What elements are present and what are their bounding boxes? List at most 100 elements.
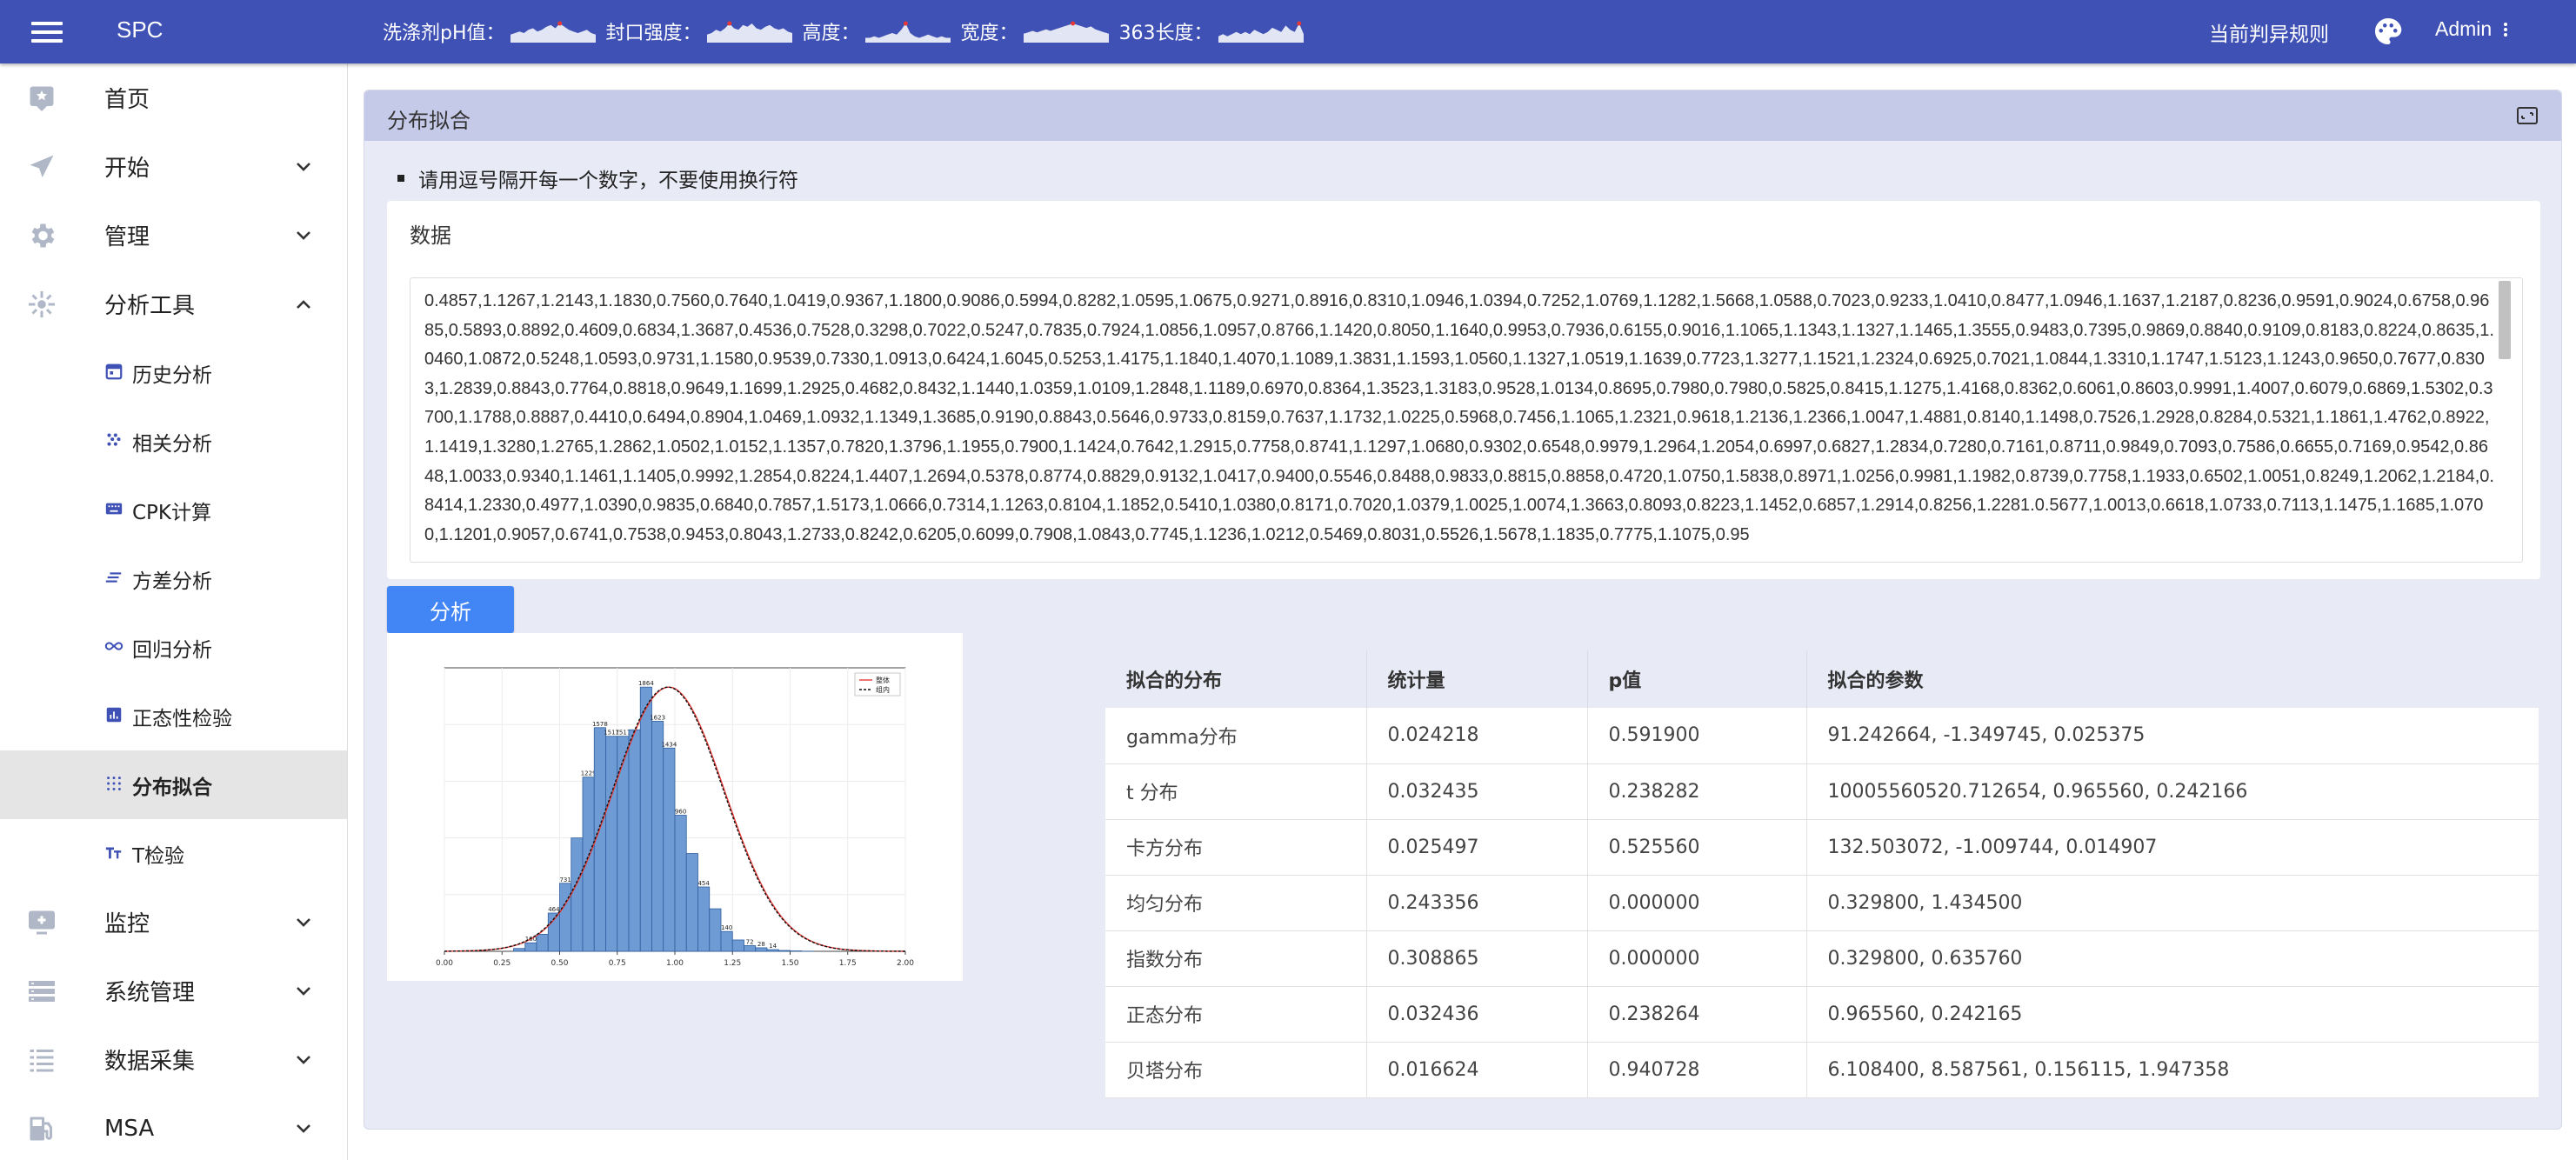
metric-ph[interactable]: 洗涤剂pH值： (383, 17, 596, 45)
sidebar-item-data-collection[interactable]: 数据采集 (0, 1025, 347, 1094)
metric-label: 洗涤剂pH值： (383, 23, 505, 44)
sidebar-sub-label: T检验 (132, 844, 185, 868)
sidebar-item-msa[interactable]: MSA (0, 1094, 347, 1160)
sidebar-item-normality-test[interactable]: 正态性检验 (0, 682, 347, 750)
table-cell: t 分布 (1105, 763, 1367, 820)
metric-seal-strength[interactable]: 封口强度： (606, 17, 792, 45)
sidebar-item-manage[interactable]: 管理 (0, 201, 347, 270)
sparkline-max-marker (557, 21, 562, 26)
bar-chart-icon (106, 707, 122, 723)
sidebar-item-home[interactable]: 首页 (0, 63, 347, 132)
table-cell: 0.965560, 0.242165 (1806, 986, 2539, 1043)
table-cell: 贝塔分布 (1105, 1042, 1367, 1098)
fullscreen-icon[interactable] (2516, 105, 2539, 126)
sidebar-item-start[interactable]: 开始 (0, 132, 347, 201)
sparkline-max-marker (1070, 21, 1075, 26)
sidebar-item-monitor[interactable]: 监控 (0, 888, 347, 957)
histogram-bar (651, 721, 664, 952)
table-cell: 10005560520.712654, 0.965560, 0.242166 (1806, 763, 2539, 820)
histogram-bar (582, 777, 595, 952)
sidebar-item-analysis-tools[interactable]: 分析工具 (0, 270, 347, 338)
bullet-icon (397, 175, 404, 182)
histogram-bar (605, 736, 618, 952)
table-cell: 0.243356 (1366, 875, 1588, 931)
list-grid-icon (30, 1050, 54, 1072)
histogram-bar (709, 908, 722, 952)
histogram-bar (720, 930, 733, 952)
metric-height[interactable]: 高度： (803, 17, 951, 45)
gas-station-icon (30, 1117, 52, 1141)
analyze-button[interactable]: 分析 (387, 586, 514, 633)
table-cell: 132.503072, -1.009744, 0.014907 (1806, 819, 2539, 876)
sidebar-item-t-test[interactable]: T检验 (0, 819, 347, 888)
sidebar-item-regression-analysis[interactable]: 回归分析 (0, 613, 347, 682)
histogram-bar (777, 950, 791, 952)
calendar-icon (105, 363, 123, 380)
table-cell: 91.242664, -1.349745, 0.025375 (1806, 708, 2539, 764)
table-cell: 0.016624 (1366, 1042, 1588, 1098)
sidebar-item-distribution-fit[interactable]: 分布拟合 (0, 750, 347, 819)
sidebar-sub-label: 分布拟合 (132, 776, 212, 799)
sidebar-item-correlation-analysis[interactable]: 相关分析 (0, 407, 347, 476)
bar-label: 731 (559, 877, 571, 883)
table-row: gamma分布 0.024218 0.591900 91.242664, -1.349… (1105, 708, 2539, 764)
x-tick-label: 0.50 (551, 959, 568, 968)
table-cell: 0.000000 (1587, 875, 1807, 931)
menu-icon[interactable] (31, 19, 63, 45)
current-rules-link[interactable]: 当前判异规则 (2209, 17, 2329, 47)
table-cell: 0.591900 (1587, 708, 1807, 764)
sparkline (864, 21, 951, 43)
histogram-bar (755, 947, 768, 952)
sidebar-item-label: 首页 (104, 87, 150, 113)
metric-width[interactable]: 宽度： (961, 17, 1109, 45)
monitor-icon (29, 910, 55, 935)
sidebar-item-history-analysis[interactable]: 历史分析 (0, 338, 347, 407)
data-input-panel: 数据 (387, 201, 2540, 579)
gear-icon (31, 223, 55, 248)
bar-label: 1434 (661, 741, 677, 748)
metric-label: 363长度： (1118, 23, 1213, 44)
table-cell: 0.025497 (1366, 819, 1588, 876)
bar-label: 960 (675, 809, 686, 816)
table-cell: 0.238282 (1587, 763, 1807, 820)
sidebar-item-system-admin[interactable]: 系统管理 (0, 957, 347, 1025)
textarea-scrollbar[interactable] (2499, 281, 2511, 359)
sidebar-item-variance-analysis[interactable]: 方差分析 (0, 544, 347, 613)
table-cell: gamma分布 (1105, 708, 1367, 764)
column-header: 拟合的分布 (1105, 650, 1367, 708)
top-app-bar: SPC 洗涤剂pH值： 封口强度： 高度： 宽度： 363长度： 当前判异规则 … (0, 0, 2576, 63)
histogram-bar (617, 736, 630, 952)
text-size-icon (105, 847, 122, 859)
sidebar-item-label: MSA (104, 1115, 155, 1142)
home-card-icon (30, 86, 54, 111)
column-header: 统计量 (1366, 650, 1588, 708)
sidebar: 首页 开始 管理 分析工具 历史分析 相关分析 CPK计算 方差分析 回归分析 … (0, 63, 348, 1160)
sidebar-sub-label: 正态性检验 (132, 707, 232, 730)
bar-label: 28 (757, 941, 765, 948)
dot-grid-icon (107, 777, 121, 790)
x-tick-label: 1.00 (666, 959, 684, 968)
instruction-label: 请用逗号隔开每一个数字，不要使用换行符 (418, 170, 798, 192)
palette-icon[interactable] (2372, 16, 2404, 47)
table-cell: 0.329800, 1.434500 (1806, 875, 2539, 931)
chevron-down-icon (297, 918, 310, 927)
table-row: 正态分布 0.032436 0.238264 0.965560, 0.242165 (1105, 986, 2539, 1043)
sparkline (706, 21, 792, 43)
data-textarea[interactable] (410, 277, 2523, 563)
metric-label: 高度： (802, 23, 860, 44)
sparkline (510, 21, 596, 43)
metric-label: 封口强度： (605, 23, 702, 44)
storage-icon (29, 981, 55, 1002)
table-cell: 0.024218 (1366, 708, 1588, 764)
bar-label: 140 (721, 924, 732, 931)
sparkline-area (1023, 23, 1109, 43)
metric-sparklines: 洗涤剂pH值： 封口强度： 高度： 宽度： 363长度： (383, 15, 1314, 48)
metric-363-length[interactable]: 363长度： (1119, 17, 1304, 45)
table-cell: 正态分布 (1105, 986, 1367, 1043)
sidebar-item-cpk-calc[interactable]: CPK计算 (0, 476, 347, 544)
table-body: gamma分布 0.024218 0.591900 91.242664, -1.349… (1105, 708, 2539, 1098)
histogram-bar (571, 837, 584, 952)
x-tick-label: 0.00 (436, 959, 453, 968)
user-menu-button[interactable]: Admin (2435, 17, 2508, 41)
sparkline-max-marker (726, 21, 731, 26)
